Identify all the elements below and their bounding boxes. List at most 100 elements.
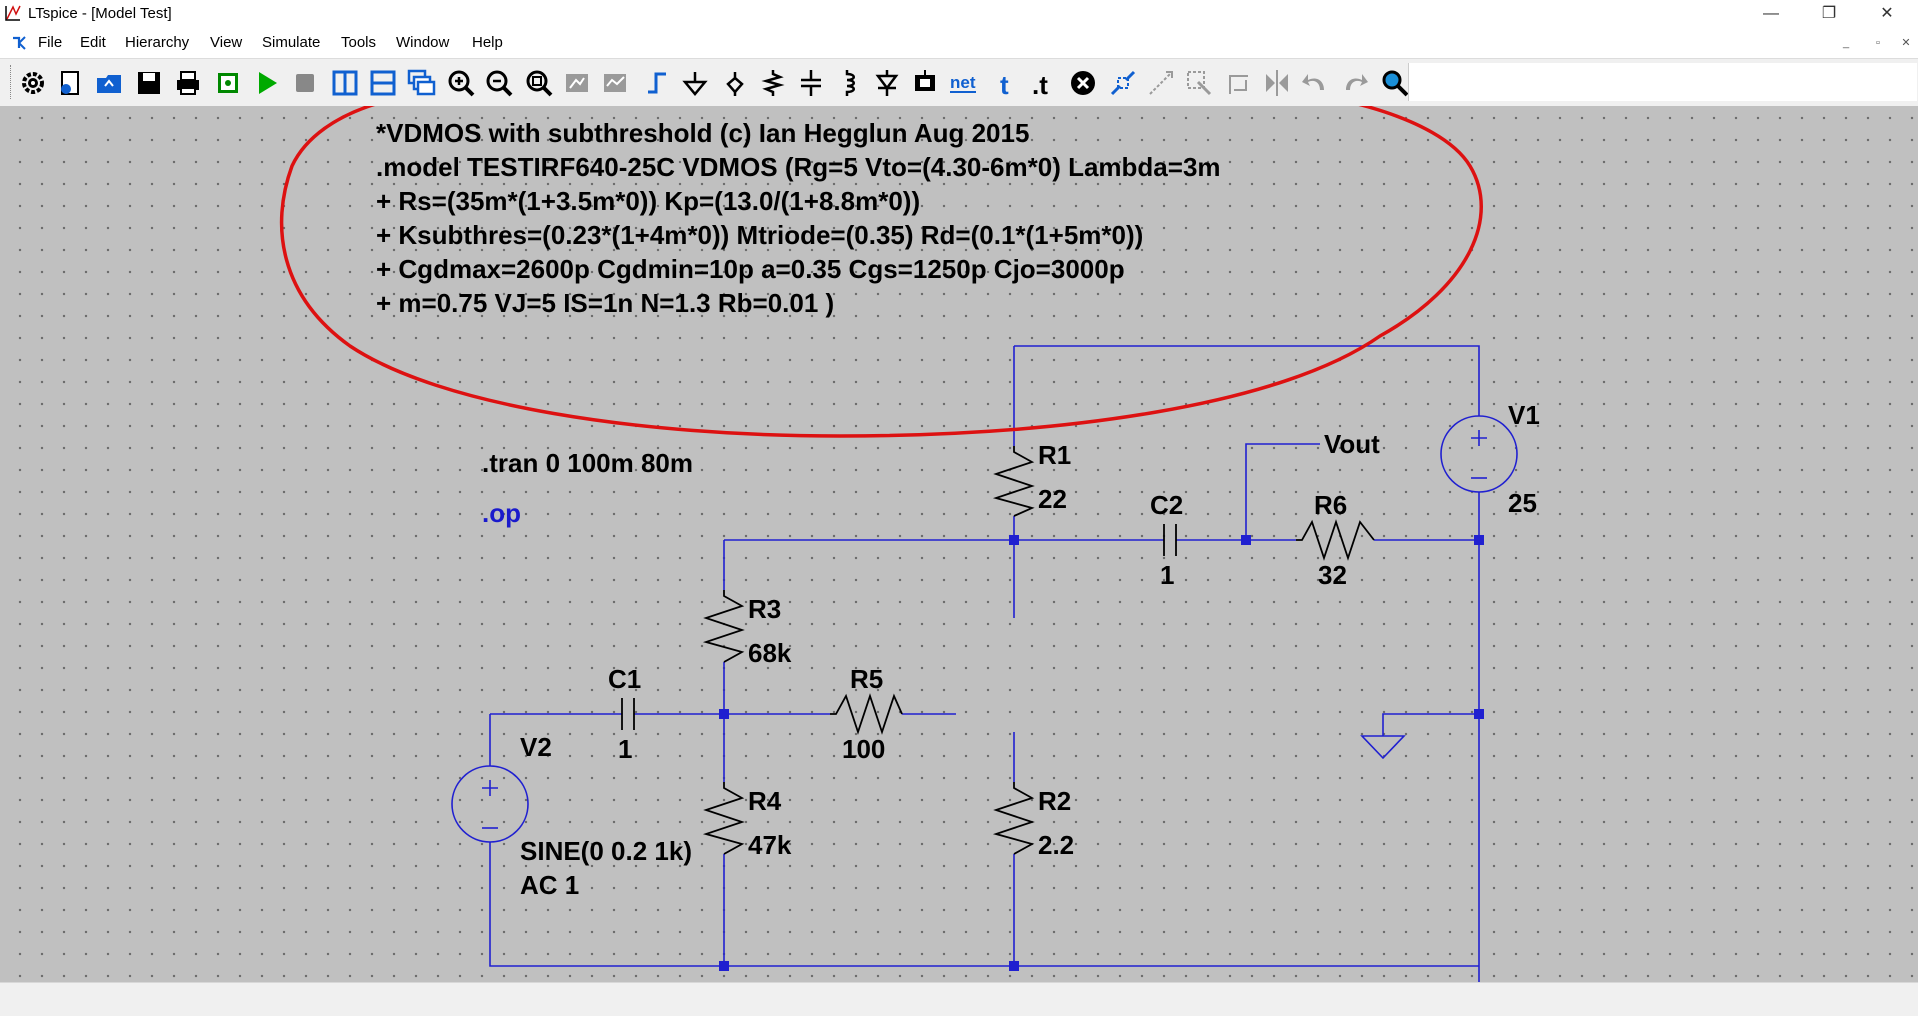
r1-value: 22 [1038, 484, 1067, 514]
toolbar-grip[interactable] [10, 65, 14, 99]
resistor-button[interactable] [758, 68, 788, 98]
menu-help[interactable]: Help [472, 34, 503, 51]
wire-button[interactable] [642, 68, 672, 98]
voltage-source-v1-symbol [1440, 415, 1518, 493]
schematic-canvas[interactable]: *VDMOS with subthreshold (c) Ian Hegglun… [0, 106, 1918, 982]
duplicate-button[interactable] [1108, 68, 1138, 98]
r3-name: R3 [748, 594, 781, 624]
junction-dot [1009, 961, 1019, 971]
print-button[interactable] [173, 68, 203, 98]
diode-button[interactable] [872, 68, 902, 98]
v1-name: V1 [1508, 400, 1540, 430]
wire-icon [648, 72, 666, 94]
svg-text:.t: .t [1032, 70, 1048, 98]
menu-window[interactable]: Window [396, 34, 449, 51]
ground-button[interactable] [680, 68, 710, 98]
delete-button[interactable] [1068, 68, 1098, 98]
r6-name: R6 [1314, 490, 1347, 520]
document-icon[interactable] [10, 34, 28, 52]
component-button[interactable] [910, 68, 940, 98]
spice-directive-icon: .t [1032, 70, 1048, 98]
halt-button[interactable] [290, 68, 320, 98]
pan-button[interactable] [562, 68, 592, 98]
drag-icon [1187, 71, 1212, 96]
ltspice-logo-icon [5, 5, 21, 21]
open-folder-icon [97, 75, 121, 93]
spice-model-text: *VDMOS with subthreshold (c) Ian Hegglun… [376, 118, 1221, 318]
resistor-r6-symbol [1296, 519, 1375, 561]
mdi-restore-button[interactable]: ▫ [1868, 34, 1888, 52]
zoom-in-icon [448, 70, 475, 97]
save-icon [138, 72, 160, 94]
netlist-button[interactable]: net [948, 68, 978, 98]
run-button[interactable] [252, 68, 282, 98]
drag-button[interactable] [1184, 68, 1214, 98]
move-button[interactable] [1146, 68, 1176, 98]
mdi-close-button[interactable]: ✕ [1896, 34, 1916, 52]
autorange-button[interactable] [600, 68, 630, 98]
mirror-button[interactable] [1262, 68, 1292, 98]
open-button[interactable] [94, 68, 124, 98]
control-panel-button[interactable] [213, 68, 243, 98]
new-schematic-button[interactable] [55, 68, 85, 98]
menu-file[interactable]: File [38, 34, 62, 51]
close-button[interactable]: ✕ [1858, 0, 1916, 28]
r2-value: 2.2 [1038, 830, 1074, 860]
tile-vertical-icon [332, 70, 358, 96]
r4-name: R4 [748, 786, 782, 816]
junction-dot [1474, 535, 1484, 545]
mirror-icon [1266, 70, 1288, 96]
save-button[interactable] [134, 68, 164, 98]
capacitor-icon [801, 70, 821, 96]
rotate-button[interactable] [1224, 68, 1254, 98]
settings-button[interactable] [18, 68, 48, 98]
undo-icon [1302, 74, 1324, 90]
zoom-in-button[interactable] [446, 68, 476, 98]
menu-simulate[interactable]: Simulate [262, 34, 320, 51]
comment-text-button[interactable]: t [992, 68, 1022, 98]
schematic-drawing[interactable]: *VDMOS with subthreshold (c) Ian Hegglun… [0, 106, 1918, 982]
menu-hierarchy[interactable]: Hierarchy [125, 34, 189, 51]
pan-icon [566, 74, 588, 92]
voltage-source-v2-symbol [451, 765, 529, 843]
print-icon [177, 71, 199, 95]
model-line-3: + Rs=(35m*(1+3.5m*0)) Kp=(13.0/(1+8.8m*0… [376, 186, 920, 216]
menu-view[interactable]: View [210, 34, 242, 51]
redo-button[interactable] [1340, 68, 1370, 98]
resistor-r3-symbol [702, 590, 745, 663]
tile-horizontal-button[interactable] [368, 68, 398, 98]
r5-name: R5 [850, 664, 883, 694]
find-button[interactable] [1380, 68, 1410, 98]
zoom-fit-button[interactable] [524, 68, 554, 98]
tile-vertical-button[interactable] [330, 68, 360, 98]
zoom-fit-icon [526, 70, 553, 97]
mdi-minimize-button[interactable]: _ [1836, 34, 1856, 52]
menu-tools[interactable]: Tools [341, 34, 376, 51]
label-net-button[interactable] [720, 68, 750, 98]
restore-button[interactable]: ❐ [1800, 0, 1858, 28]
model-line-6: + m=0.75 VJ=5 IS=1n N=1.3 Rb=0.01 ) [376, 288, 834, 318]
cascade-button[interactable] [406, 68, 436, 98]
redo-icon [1346, 74, 1368, 90]
inductor-button[interactable] [834, 68, 864, 98]
diode-icon [875, 70, 899, 96]
tile-horizontal-icon [370, 70, 396, 96]
junction-dot [719, 709, 729, 719]
undo-button[interactable] [1300, 68, 1330, 98]
spice-directive-button[interactable]: .t [1030, 68, 1060, 98]
model-line-2: .model TESTIRF640-25C VDMOS (Rg=5 Vto=(4… [376, 152, 1221, 182]
zoom-out-icon [486, 70, 513, 97]
model-line-1: *VDMOS with subthreshold (c) Ian Hegglun… [376, 118, 1029, 148]
menu-edit[interactable]: Edit [80, 34, 106, 51]
ground-symbol [1360, 735, 1406, 760]
status-bar [0, 982, 1918, 1016]
c1-name: C1 [608, 664, 641, 694]
capacitor-button[interactable] [796, 68, 826, 98]
junction-dot [1241, 535, 1251, 545]
zoom-out-button[interactable] [484, 68, 514, 98]
r2-name: R2 [1038, 786, 1071, 816]
autorange-icon [604, 74, 626, 92]
minimize-button[interactable]: — [1742, 0, 1800, 28]
r3-value: 68k [748, 638, 792, 668]
delete-icon [1071, 71, 1095, 95]
